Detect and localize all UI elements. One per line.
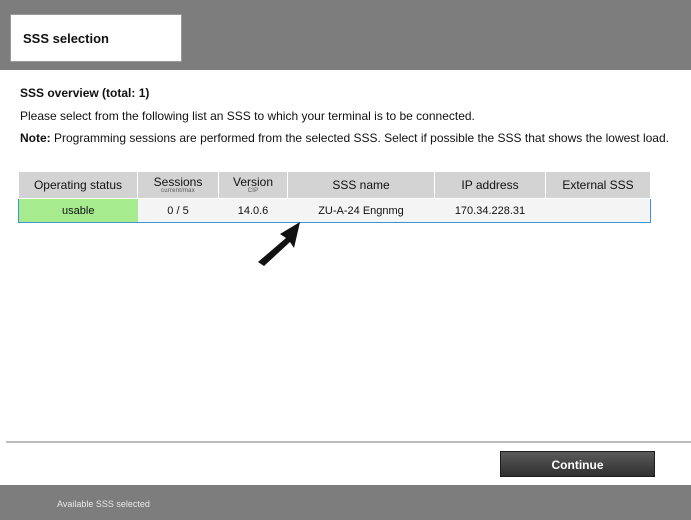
arrow-pointer-icon bbox=[258, 222, 300, 266]
cell-sessions: 0 / 5 bbox=[137, 198, 219, 223]
cell-external-sss bbox=[545, 198, 651, 223]
cell-version: 14.0.6 bbox=[218, 198, 288, 223]
status-bar: Available SSS selected bbox=[0, 485, 691, 520]
divider bbox=[6, 441, 691, 443]
cell-status: usable bbox=[18, 198, 138, 223]
continue-button[interactable]: Continue bbox=[500, 451, 655, 477]
col-version[interactable]: Version CIP bbox=[218, 171, 288, 199]
note-label: Note: bbox=[20, 131, 51, 145]
col-version-sub: CIP bbox=[247, 187, 259, 194]
header-bar: SSS selection bbox=[0, 0, 691, 70]
cell-sss-name: ZU-A-24 Engnmg bbox=[287, 198, 435, 223]
main-content: SSS overview (total: 1) Please select fr… bbox=[20, 86, 670, 145]
table-row[interactable]: usable 0 / 5 14.0.6 ZU-A-24 Engnmg 170.3… bbox=[18, 198, 651, 223]
tab-sss-selection[interactable]: SSS selection bbox=[10, 14, 182, 62]
note-body: Programming sessions are performed from … bbox=[50, 131, 669, 145]
col-sessions-sub: current/max bbox=[161, 187, 195, 194]
sss-table: Operating status Sessions current/max Ver… bbox=[18, 171, 651, 223]
cell-ip-address: 170.34.228.31 bbox=[434, 198, 546, 223]
note-text: Note: Programming sessions are performed… bbox=[20, 132, 670, 145]
status-message: Available SSS selected bbox=[57, 499, 150, 509]
col-operating-status[interactable]: Operating status bbox=[18, 171, 138, 199]
col-ip-address[interactable]: IP address bbox=[434, 171, 546, 199]
col-sessions[interactable]: Sessions current/max bbox=[137, 171, 219, 199]
table-header-row: Operating status Sessions current/max Ver… bbox=[18, 171, 651, 199]
col-sss-name[interactable]: SSS name bbox=[287, 171, 435, 199]
tab-title: SSS selection bbox=[23, 31, 109, 46]
overview-title: SSS overview (total: 1) bbox=[20, 86, 150, 100]
instruction-text: Please select from the following list an… bbox=[20, 109, 475, 123]
col-external-sss[interactable]: External SSS bbox=[545, 171, 651, 199]
